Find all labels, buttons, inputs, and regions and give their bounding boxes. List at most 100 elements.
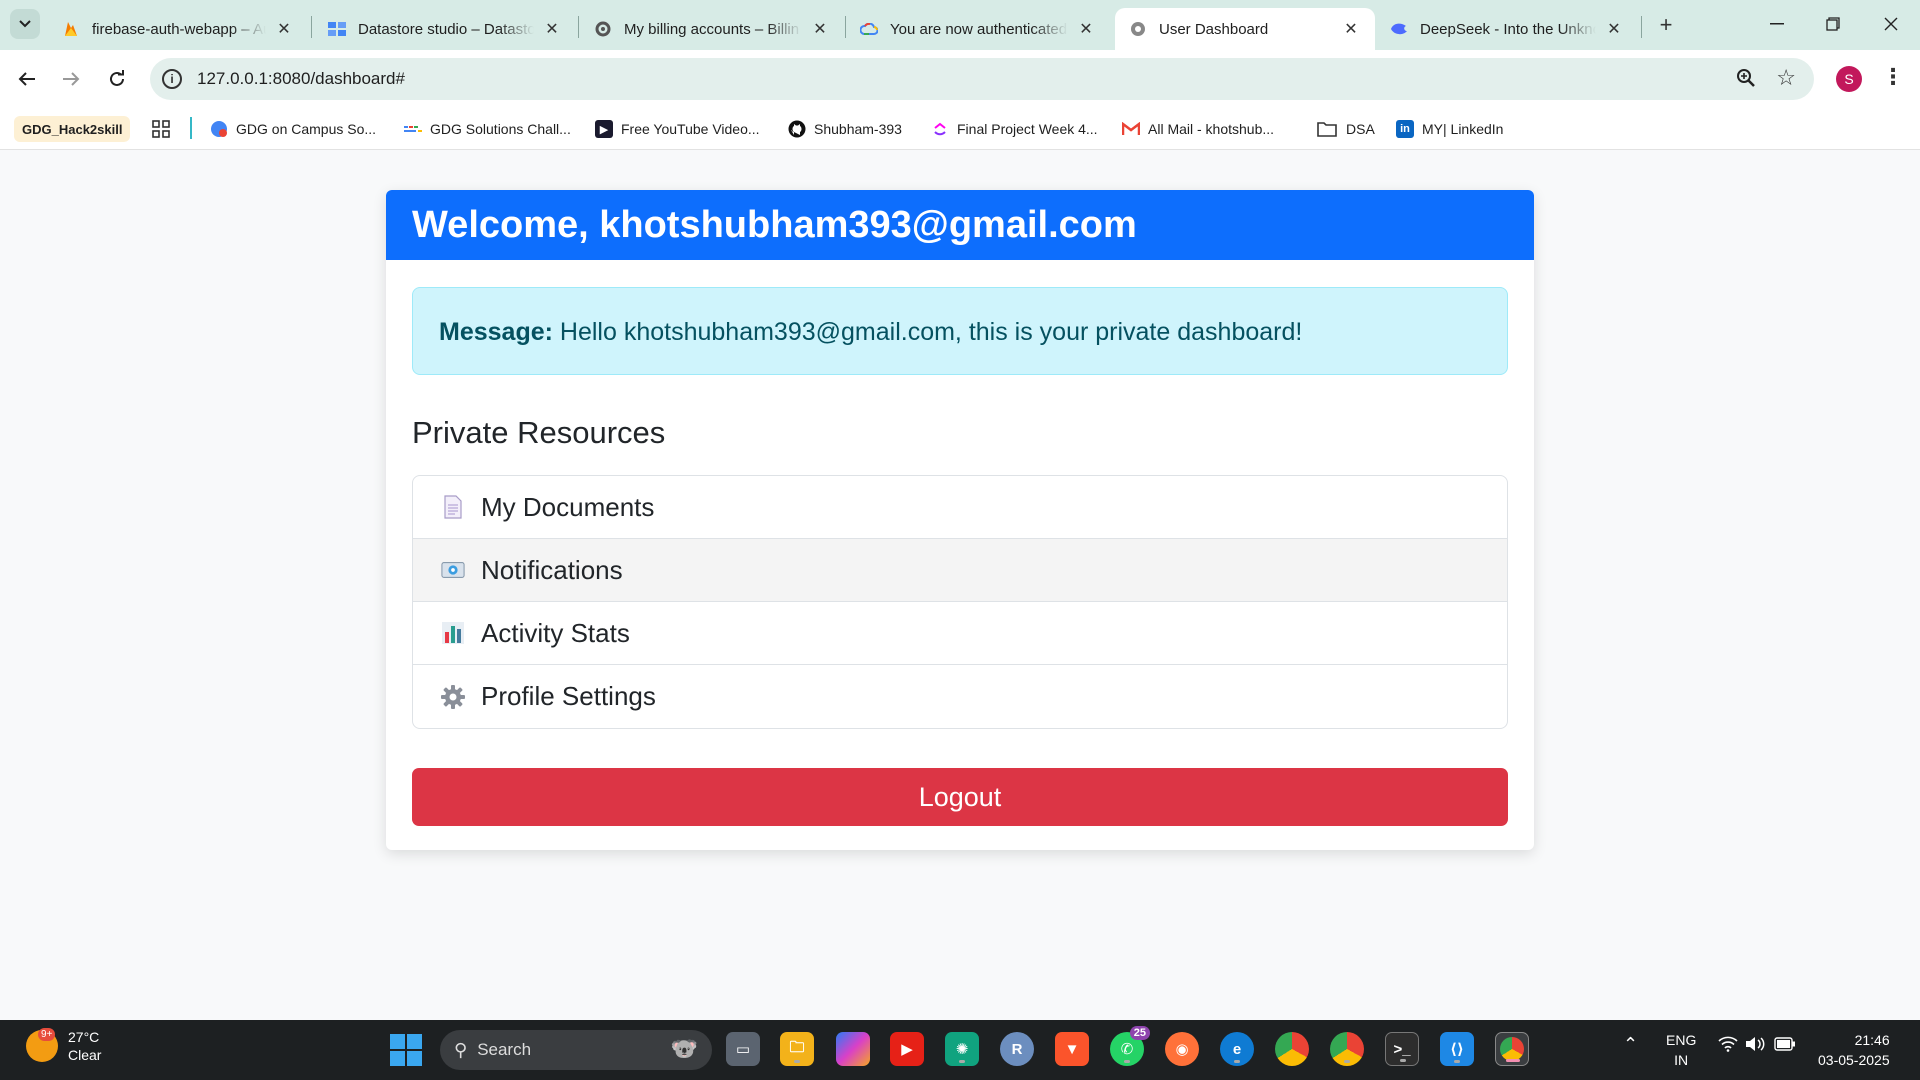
minimize-button[interactable] [1754, 8, 1800, 40]
bookmark-label: All Mail - khotshub... [1148, 121, 1275, 137]
region: IN [1674, 1052, 1689, 1068]
close-icon[interactable]: ✕ [1341, 19, 1361, 39]
edge-icon[interactable]: e [1220, 1032, 1254, 1066]
browser-menu-icon[interactable]: ⋮ [1882, 64, 1904, 90]
linkedin-icon: in [1396, 120, 1414, 138]
weather-condition: Clear [68, 1047, 102, 1063]
chatgpt-icon[interactable]: ✺ [945, 1032, 979, 1066]
message-alert: Message: Hello khotshubham393@gmail.com,… [412, 287, 1508, 375]
bookmark-final-project[interactable]: Final Project Week 4... [931, 116, 1098, 142]
bookmark-star-icon[interactable]: ☆ [1776, 65, 1796, 91]
close-icon[interactable]: ✕ [274, 19, 294, 39]
tab-firebase[interactable]: firebase-auth-webapp – Au ✕ [48, 8, 308, 50]
tab-title: My billing accounts – Billin [624, 20, 800, 38]
bookmark-label: GDG on Campus So... [236, 121, 377, 137]
forward-button[interactable] [56, 64, 86, 94]
tab-title: Datastore studio – Datasto [358, 20, 534, 38]
bookmark-gdg-hack2skill[interactable]: GDG_Hack2skill [14, 116, 131, 142]
resource-notifications[interactable]: Notifications [413, 539, 1507, 602]
close-icon[interactable]: ✕ [1076, 19, 1096, 39]
globe-icon [1129, 20, 1147, 38]
bookmark-label: MY| LinkedIn [1422, 121, 1504, 137]
taskbar-search[interactable]: ⚲ Search 🐨 [440, 1030, 712, 1070]
wifi-icon[interactable] [1718, 1036, 1738, 1055]
tab-search-button[interactable] [10, 9, 40, 39]
firefox-icon[interactable]: ◉ [1165, 1032, 1199, 1066]
tray-overflow-icon[interactable]: ⌃ [1623, 1034, 1638, 1055]
new-tab-button[interactable]: + [1652, 11, 1680, 39]
firebase-icon [62, 20, 80, 38]
dashboard-card: Welcome, khotshubham393@gmail.com Messag… [386, 190, 1534, 850]
clock[interactable]: 21:46 03-05-2025 [1818, 1030, 1890, 1070]
url-text[interactable]: 127.0.0.1:8080/dashboard# [197, 69, 405, 89]
close-window-button[interactable] [1868, 8, 1914, 40]
youtube-icon[interactable]: ▶ [890, 1032, 924, 1066]
start-button[interactable] [390, 1034, 422, 1066]
date: 03-05-2025 [1818, 1052, 1890, 1068]
task-view-icon[interactable]: ▭ [726, 1032, 760, 1066]
apps-grid-icon [152, 120, 170, 138]
windows-logo-icon [390, 1034, 405, 1049]
battery-icon[interactable] [1774, 1037, 1796, 1054]
browser-toolbar: i 127.0.0.1:8080/dashboard# ☆ [0, 50, 1920, 108]
language-indicator[interactable]: ENG IN [1666, 1030, 1696, 1070]
reload-button[interactable] [102, 64, 132, 94]
zoom-icon[interactable] [1736, 68, 1756, 93]
tab-title: User Dashboard [1159, 20, 1269, 38]
resource-activity-stats[interactable]: Activity Stats [413, 602, 1507, 665]
brave-icon[interactable]: ▼ [1055, 1032, 1089, 1066]
bookmark-folder-dsa[interactable]: DSA [1316, 116, 1375, 142]
message-label: Message: [439, 318, 553, 346]
close-icon[interactable]: ✕ [1604, 19, 1624, 39]
gmail-icon [1122, 120, 1140, 138]
volume-icon[interactable] [1745, 1036, 1765, 1055]
bar-chart-icon [441, 621, 465, 645]
tab-user-dashboard[interactable]: User Dashboard ✕ [1115, 8, 1375, 50]
private-resources-title: Private Resources [412, 415, 666, 450]
vscode-icon[interactable]: ⟨⟩ [1440, 1032, 1474, 1066]
weather-widget[interactable]: 9+ 27°C Clear [26, 1028, 101, 1064]
bookmark-free-youtube[interactable]: ▶ Free YouTube Video... [595, 116, 760, 142]
bookmark-linkedin[interactable]: in MY| LinkedIn [1396, 116, 1503, 142]
site-info-icon[interactable]: i [162, 69, 182, 89]
apps-button[interactable] [152, 116, 170, 142]
copilot-icon[interactable] [836, 1032, 870, 1066]
tab-deepseek[interactable]: DeepSeek - Into the Unkno ✕ [1376, 8, 1638, 50]
chrome-profile-icon[interactable] [1330, 1032, 1364, 1066]
clickup-icon [931, 120, 949, 138]
tab-datastore[interactable]: Datastore studio – Datasto ✕ [314, 8, 576, 50]
resource-profile-settings[interactable]: Profile Settings [413, 665, 1507, 728]
chrome-icon[interactable] [1275, 1032, 1309, 1066]
tab-billing[interactable]: My billing accounts – Billin ✕ [580, 8, 844, 50]
gear-icon [441, 684, 465, 709]
file-explorer-icon[interactable]: 🗀 [780, 1032, 814, 1066]
chrome-active-icon[interactable] [1495, 1032, 1529, 1066]
close-icon [1884, 17, 1898, 31]
bookmark-label: GDG Solutions Chall... [430, 121, 571, 137]
bookmark-gdg-on-campus[interactable]: GDG on Campus So... [210, 116, 376, 142]
restore-button[interactable] [1810, 8, 1856, 40]
close-icon[interactable]: ✕ [542, 19, 562, 39]
bookmark-all-mail[interactable]: All Mail - khotshub... [1122, 116, 1274, 142]
tab-title: DeepSeek - Into the Unkno [1420, 20, 1596, 38]
bookmark-github-shubham[interactable]: Shubham-393 [788, 116, 902, 142]
tab-authenticated[interactable]: You are now authenticated ✕ [846, 8, 1110, 50]
logout-button[interactable]: Logout [412, 768, 1508, 826]
tab-strip: firebase-auth-webapp – Au ✕ Datastore st… [0, 0, 1920, 50]
bookmark-gdg-solutions[interactable]: GDG Solutions Chall... [404, 116, 571, 142]
bookmark-label: DSA [1346, 121, 1375, 137]
whatsapp-icon[interactable]: ✆ 25 [1110, 1026, 1150, 1066]
search-icon: ⚲ [454, 1039, 468, 1060]
close-icon[interactable]: ✕ [810, 19, 830, 39]
bookmark-label: Free YouTube Video... [621, 121, 760, 137]
koala-search-highlight-icon: 🐨 [670, 1036, 698, 1061]
google-cloud-icon [860, 20, 878, 38]
back-button[interactable] [12, 64, 42, 94]
resource-my-documents[interactable]: My Documents [413, 476, 1507, 539]
terminal-icon[interactable]: >_ [1385, 1032, 1419, 1066]
r-app-icon[interactable]: R [1000, 1032, 1034, 1066]
arrow-right-icon [63, 72, 80, 86]
address-bar[interactable]: i 127.0.0.1:8080/dashboard# ☆ [150, 58, 1814, 100]
datastore-icon [328, 20, 346, 38]
profile-avatar[interactable]: S [1836, 66, 1862, 92]
